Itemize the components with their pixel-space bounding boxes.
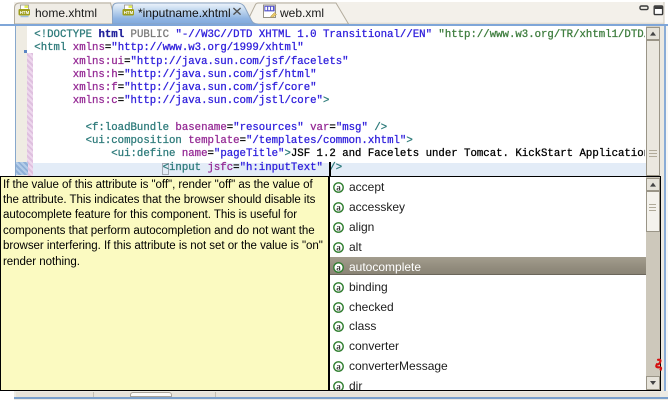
svg-text:a: a	[336, 183, 341, 193]
svg-text:HTM: HTM	[124, 10, 134, 15]
svg-text:a: a	[336, 223, 341, 233]
svg-text:a: a	[336, 322, 341, 332]
svg-text:a: a	[336, 382, 341, 392]
svg-text:a: a	[336, 282, 341, 292]
svg-text:a: a	[336, 243, 341, 253]
svg-text:a: a	[336, 203, 341, 213]
svg-text:a: a	[336, 342, 341, 352]
svg-text:HTM: HTM	[20, 10, 30, 15]
svg-text:a: a	[336, 302, 341, 312]
svg-text:a: a	[336, 362, 341, 372]
svg-text:a: a	[336, 262, 341, 272]
